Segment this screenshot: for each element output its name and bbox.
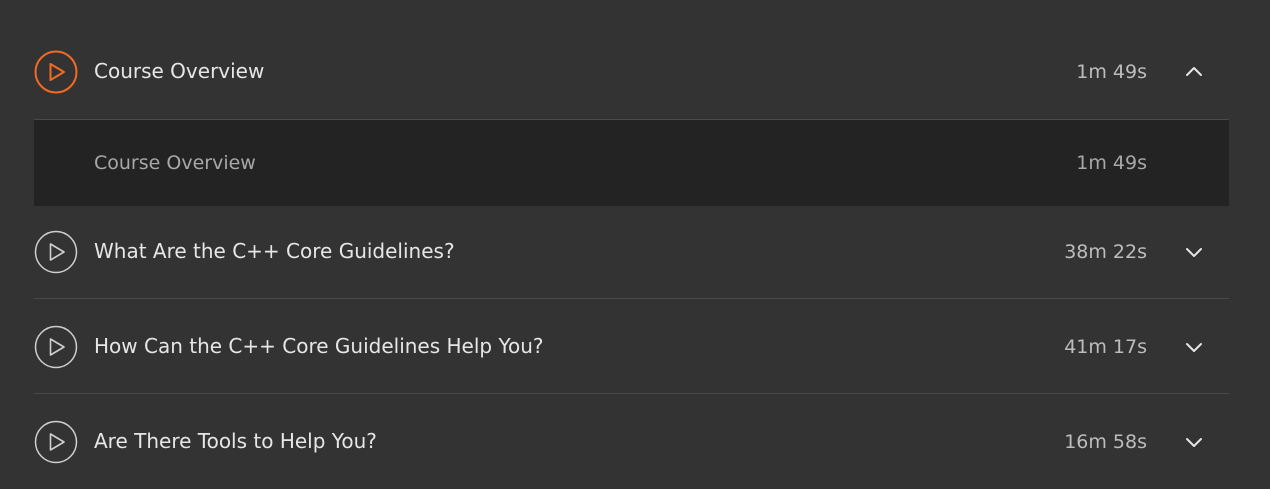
chevron-up-icon[interactable] [1184,62,1204,82]
clip-list: Course Overview 1m 49s [34,119,1229,206]
chevron-down-icon[interactable] [1184,242,1204,262]
module-duration: 38m 22s [1064,241,1147,263]
module-what-are-guidelines: What Are the C++ Core Guidelines? 38m 22… [34,204,1229,299]
module-course-overview: Course Overview 1m 49s Course Overview 1… [34,24,1229,206]
clip-duration: 1m 49s [1076,152,1147,174]
play-circle-icon[interactable] [34,420,78,464]
module-duration: 16m 58s [1064,431,1147,453]
play-circle-icon[interactable] [34,230,78,274]
module-title: Are There Tools to Help You? [94,429,377,453]
clip-title: Course Overview [94,152,256,174]
module-header-course-overview[interactable]: Course Overview 1m 49s [34,24,1229,119]
play-circle-icon[interactable] [34,325,78,369]
chevron-down-icon[interactable] [1184,432,1204,452]
module-how-can-guidelines-help: How Can the C++ Core Guidelines Help You… [34,299,1229,394]
chevron-down-icon[interactable] [1184,337,1204,357]
module-duration: 41m 17s [1064,336,1147,358]
module-header-tools-to-help[interactable]: Are There Tools to Help You? 16m 58s [34,394,1229,489]
module-tools-to-help: Are There Tools to Help You? 16m 58s [34,394,1229,489]
course-module-list: Course Overview 1m 49s Course Overview 1… [0,0,1270,484]
module-header-what-are-guidelines[interactable]: What Are the C++ Core Guidelines? 38m 22… [34,204,1229,299]
module-title: How Can the C++ Core Guidelines Help You… [94,334,544,358]
module-title: What Are the C++ Core Guidelines? [94,239,455,263]
module-header-how-can-guidelines-help[interactable]: How Can the C++ Core Guidelines Help You… [34,299,1229,394]
module-duration: 1m 49s [1076,61,1147,83]
clip-item[interactable]: Course Overview 1m 49s [34,120,1229,206]
module-title: Course Overview [94,59,265,83]
play-circle-icon[interactable] [34,50,78,94]
